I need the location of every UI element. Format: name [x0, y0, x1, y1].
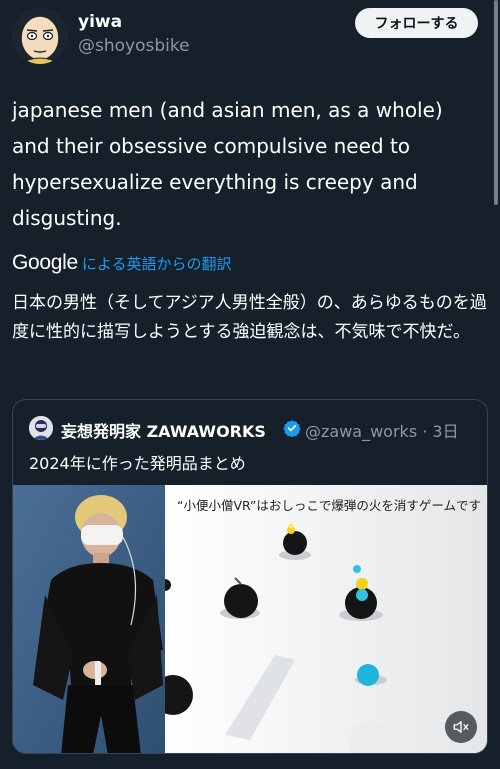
video-caption: “小便小僧VR”はおしっこで爆弾の火を消すゲームです [176, 498, 481, 513]
follow-button[interactable]: フォローする [355, 8, 478, 38]
quoted-tweet-card[interactable]: 妄想発明家 ZAWAWORKS @zawa_works · 3日 2024年に作… [12, 399, 488, 754]
bomb-game-scene-image [165, 485, 487, 753]
user-handle[interactable]: @shoyosbike [78, 36, 190, 56]
mute-button[interactable] [445, 711, 477, 743]
person-vr-headset-image [13, 485, 165, 753]
quoted-text: 2024年に作った発明品まとめ [29, 454, 246, 473]
translated-text: 日本の男性（そしてアジア人男性全般）の、あらゆるものを過度に性的に描写しようとす… [12, 293, 487, 342]
quoted-video[interactable]: “小便小僧VR”はおしっこで爆弾の火を消すゲームです [13, 485, 487, 753]
quoted-display-name[interactable]: 妄想発明家 ZAWAWORKS [61, 418, 266, 442]
google-logo: Google [12, 251, 78, 274]
avatar[interactable] [12, 8, 68, 64]
tweet-header: yiwa @shoyosbike フォローする [0, 0, 500, 70]
speaker-muted-icon [453, 721, 469, 733]
quoted-avatar-icon [29, 416, 53, 440]
verified-badge-icon [283, 420, 301, 437]
translation-attribution: Google による英語からの翻訳 [12, 248, 231, 278]
translation-link[interactable]: による英語からの翻訳 [82, 253, 232, 274]
video-game-panel: “小便小僧VR”はおしっこで爆弾の火を消すゲームです [165, 485, 487, 753]
display-name[interactable]: yiwa [78, 12, 122, 32]
scrollbar[interactable] [494, 0, 498, 205]
video-person-panel [13, 485, 165, 753]
tweet-text: japanese men (and asian men, as a whole)… [12, 98, 443, 230]
quoted-avatar[interactable] [29, 416, 53, 440]
bald-cartoon-avatar-icon [12, 8, 68, 64]
quoted-handle-time[interactable]: @zawa_works · 3日 [305, 418, 459, 442]
